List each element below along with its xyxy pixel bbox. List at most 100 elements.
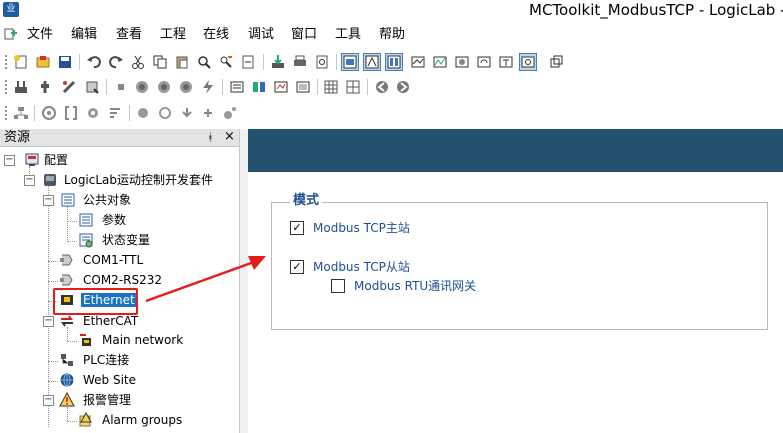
paste-icon[interactable] xyxy=(174,54,190,70)
panel-splitter[interactable] xyxy=(240,129,248,433)
tree-label: Alarm groups xyxy=(102,413,183,427)
disconnect-icon[interactable] xyxy=(61,79,77,95)
gear-icon[interactable] xyxy=(85,105,101,121)
window-trend-icon[interactable] xyxy=(432,54,448,70)
monitor-icon[interactable] xyxy=(295,79,311,95)
tree-node-status-variables[interactable]: 状态变量 xyxy=(78,231,228,249)
breakpoint-off-icon[interactable] xyxy=(157,105,173,121)
tree-node-parameters[interactable]: 参数 xyxy=(78,211,228,229)
print-preview-icon[interactable] xyxy=(314,54,330,70)
collapse-icon[interactable]: − xyxy=(43,316,54,327)
goto-icon[interactable] xyxy=(240,54,256,70)
collapse-icon[interactable]: − xyxy=(4,155,15,166)
save-icon[interactable] xyxy=(57,54,73,70)
cut-icon[interactable] xyxy=(130,54,146,70)
back-icon[interactable] xyxy=(374,79,390,95)
sort-icon[interactable] xyxy=(107,105,123,121)
window-layout-3-icon[interactable] xyxy=(385,53,403,71)
tree-node-ethercat[interactable]: − EtherCAT xyxy=(43,312,223,330)
redo-icon[interactable] xyxy=(108,54,124,70)
tree-node-alarm-management[interactable]: − 报警管理 xyxy=(43,391,223,409)
menu-project[interactable]: 工程 xyxy=(160,27,186,43)
modbus-tcp-master-option[interactable]: ✓ Modbus TCP主站 xyxy=(290,220,490,236)
new-project-icon[interactable] xyxy=(13,54,29,70)
toolbar-grip[interactable] xyxy=(4,54,8,70)
tree-line xyxy=(67,206,68,242)
toolbar-grip[interactable] xyxy=(4,105,8,121)
tree-node-common-objects[interactable]: − 公共对象 xyxy=(43,191,223,209)
menu-view[interactable]: 查看 xyxy=(116,27,142,43)
undo-icon[interactable] xyxy=(86,54,102,70)
pin-icon[interactable]: ᚼ xyxy=(207,130,214,145)
window-text-icon[interactable] xyxy=(498,54,514,70)
menu-app-icon[interactable] xyxy=(4,27,18,41)
modbus-tcp-master-checkbox[interactable]: ✓ xyxy=(290,221,304,235)
app-icon[interactable]: 业 xyxy=(3,2,19,17)
step-out-icon[interactable] xyxy=(222,105,238,121)
watch-icon[interactable] xyxy=(229,79,245,95)
tree-node-logiclab-kit[interactable]: − LogicLab运动控制开发套件 xyxy=(24,171,224,189)
menu-debug[interactable]: 调试 xyxy=(248,27,274,43)
stop-icon[interactable] xyxy=(113,79,129,95)
menu-edit[interactable]: 编辑 xyxy=(71,27,97,43)
modbus-tcp-slave-option[interactable]: ✓ Modbus TCP从站 xyxy=(290,259,490,275)
menu-tools[interactable]: 工具 xyxy=(335,27,361,43)
find-icon[interactable] xyxy=(196,54,212,70)
grid-icon[interactable] xyxy=(323,79,339,95)
pause-icon[interactable] xyxy=(178,79,194,95)
close-icon[interactable]: × xyxy=(224,129,235,145)
print-icon[interactable] xyxy=(292,54,308,70)
window-settings-icon[interactable] xyxy=(454,54,470,70)
tree-node-com2-rs232[interactable]: COM2-RS232 xyxy=(59,271,229,289)
lightning-icon[interactable] xyxy=(200,79,216,95)
trace-icon[interactable] xyxy=(273,79,289,95)
menu-help[interactable]: 帮助 xyxy=(379,27,405,43)
network-icon[interactable] xyxy=(13,105,29,121)
replace-icon[interactable] xyxy=(218,54,234,70)
download-icon[interactable] xyxy=(270,54,286,70)
device-icon[interactable] xyxy=(13,79,29,95)
toolbar-separator xyxy=(222,79,223,95)
tree-line xyxy=(67,341,77,342)
tree-node-web-site[interactable]: Web Site xyxy=(59,371,209,389)
open-project-icon[interactable] xyxy=(35,54,51,70)
tree-node-com1-ttl[interactable]: COM1-TTL xyxy=(59,251,219,269)
window-refresh-icon[interactable] xyxy=(476,54,492,70)
modbus-rtu-gateway-checkbox[interactable] xyxy=(331,279,345,293)
target-icon[interactable] xyxy=(41,105,57,121)
window-search-icon[interactable] xyxy=(519,53,537,71)
tree-label: 报警管理 xyxy=(83,393,132,407)
menu-file[interactable]: 文件 xyxy=(27,27,53,43)
window-restore-icon[interactable] xyxy=(548,54,564,70)
variables-icon[interactable] xyxy=(251,79,267,95)
tree-node-configuration[interactable]: − 配置 xyxy=(4,151,204,169)
step-icon[interactable] xyxy=(156,79,172,95)
forward-icon[interactable] xyxy=(395,79,411,95)
connect-icon[interactable] xyxy=(37,79,53,95)
window-title: MCToolkit_ModbusTCP - LogicLab - C: xyxy=(529,1,783,19)
collapse-icon[interactable]: − xyxy=(24,175,35,186)
step-into-icon[interactable] xyxy=(200,105,216,121)
brackets-icon[interactable] xyxy=(63,105,79,121)
collapse-icon[interactable]: − xyxy=(43,195,54,206)
modbus-rtu-gateway-option[interactable]: Modbus RTU通讯网关 xyxy=(331,278,531,294)
tree-node-alarm-groups[interactable]: Alarm groups xyxy=(78,411,228,429)
table-icon[interactable] xyxy=(345,79,361,95)
breakpoint-icon[interactable] xyxy=(135,105,151,121)
window-layout-2-icon[interactable] xyxy=(363,53,381,71)
menu-window[interactable]: 窗口 xyxy=(291,27,317,43)
tree-line xyxy=(48,361,58,362)
copy-icon[interactable] xyxy=(152,54,168,70)
window-layout-1-icon[interactable] xyxy=(341,53,359,71)
compile-icon[interactable] xyxy=(84,79,100,95)
menu-online[interactable]: 在线 xyxy=(203,27,229,43)
collapse-icon[interactable]: − xyxy=(43,395,54,406)
ethercat-icon xyxy=(61,315,73,327)
toolbar-grip[interactable] xyxy=(4,79,8,95)
modbus-tcp-slave-checkbox[interactable]: ✓ xyxy=(290,260,304,274)
window-graph-icon[interactable] xyxy=(410,54,426,70)
tree-node-plc-connection[interactable]: PLC连接 xyxy=(59,351,209,369)
step-over-icon[interactable] xyxy=(179,105,195,121)
run-icon[interactable] xyxy=(134,79,150,95)
tree-node-main-network[interactable]: Main network xyxy=(78,331,228,349)
